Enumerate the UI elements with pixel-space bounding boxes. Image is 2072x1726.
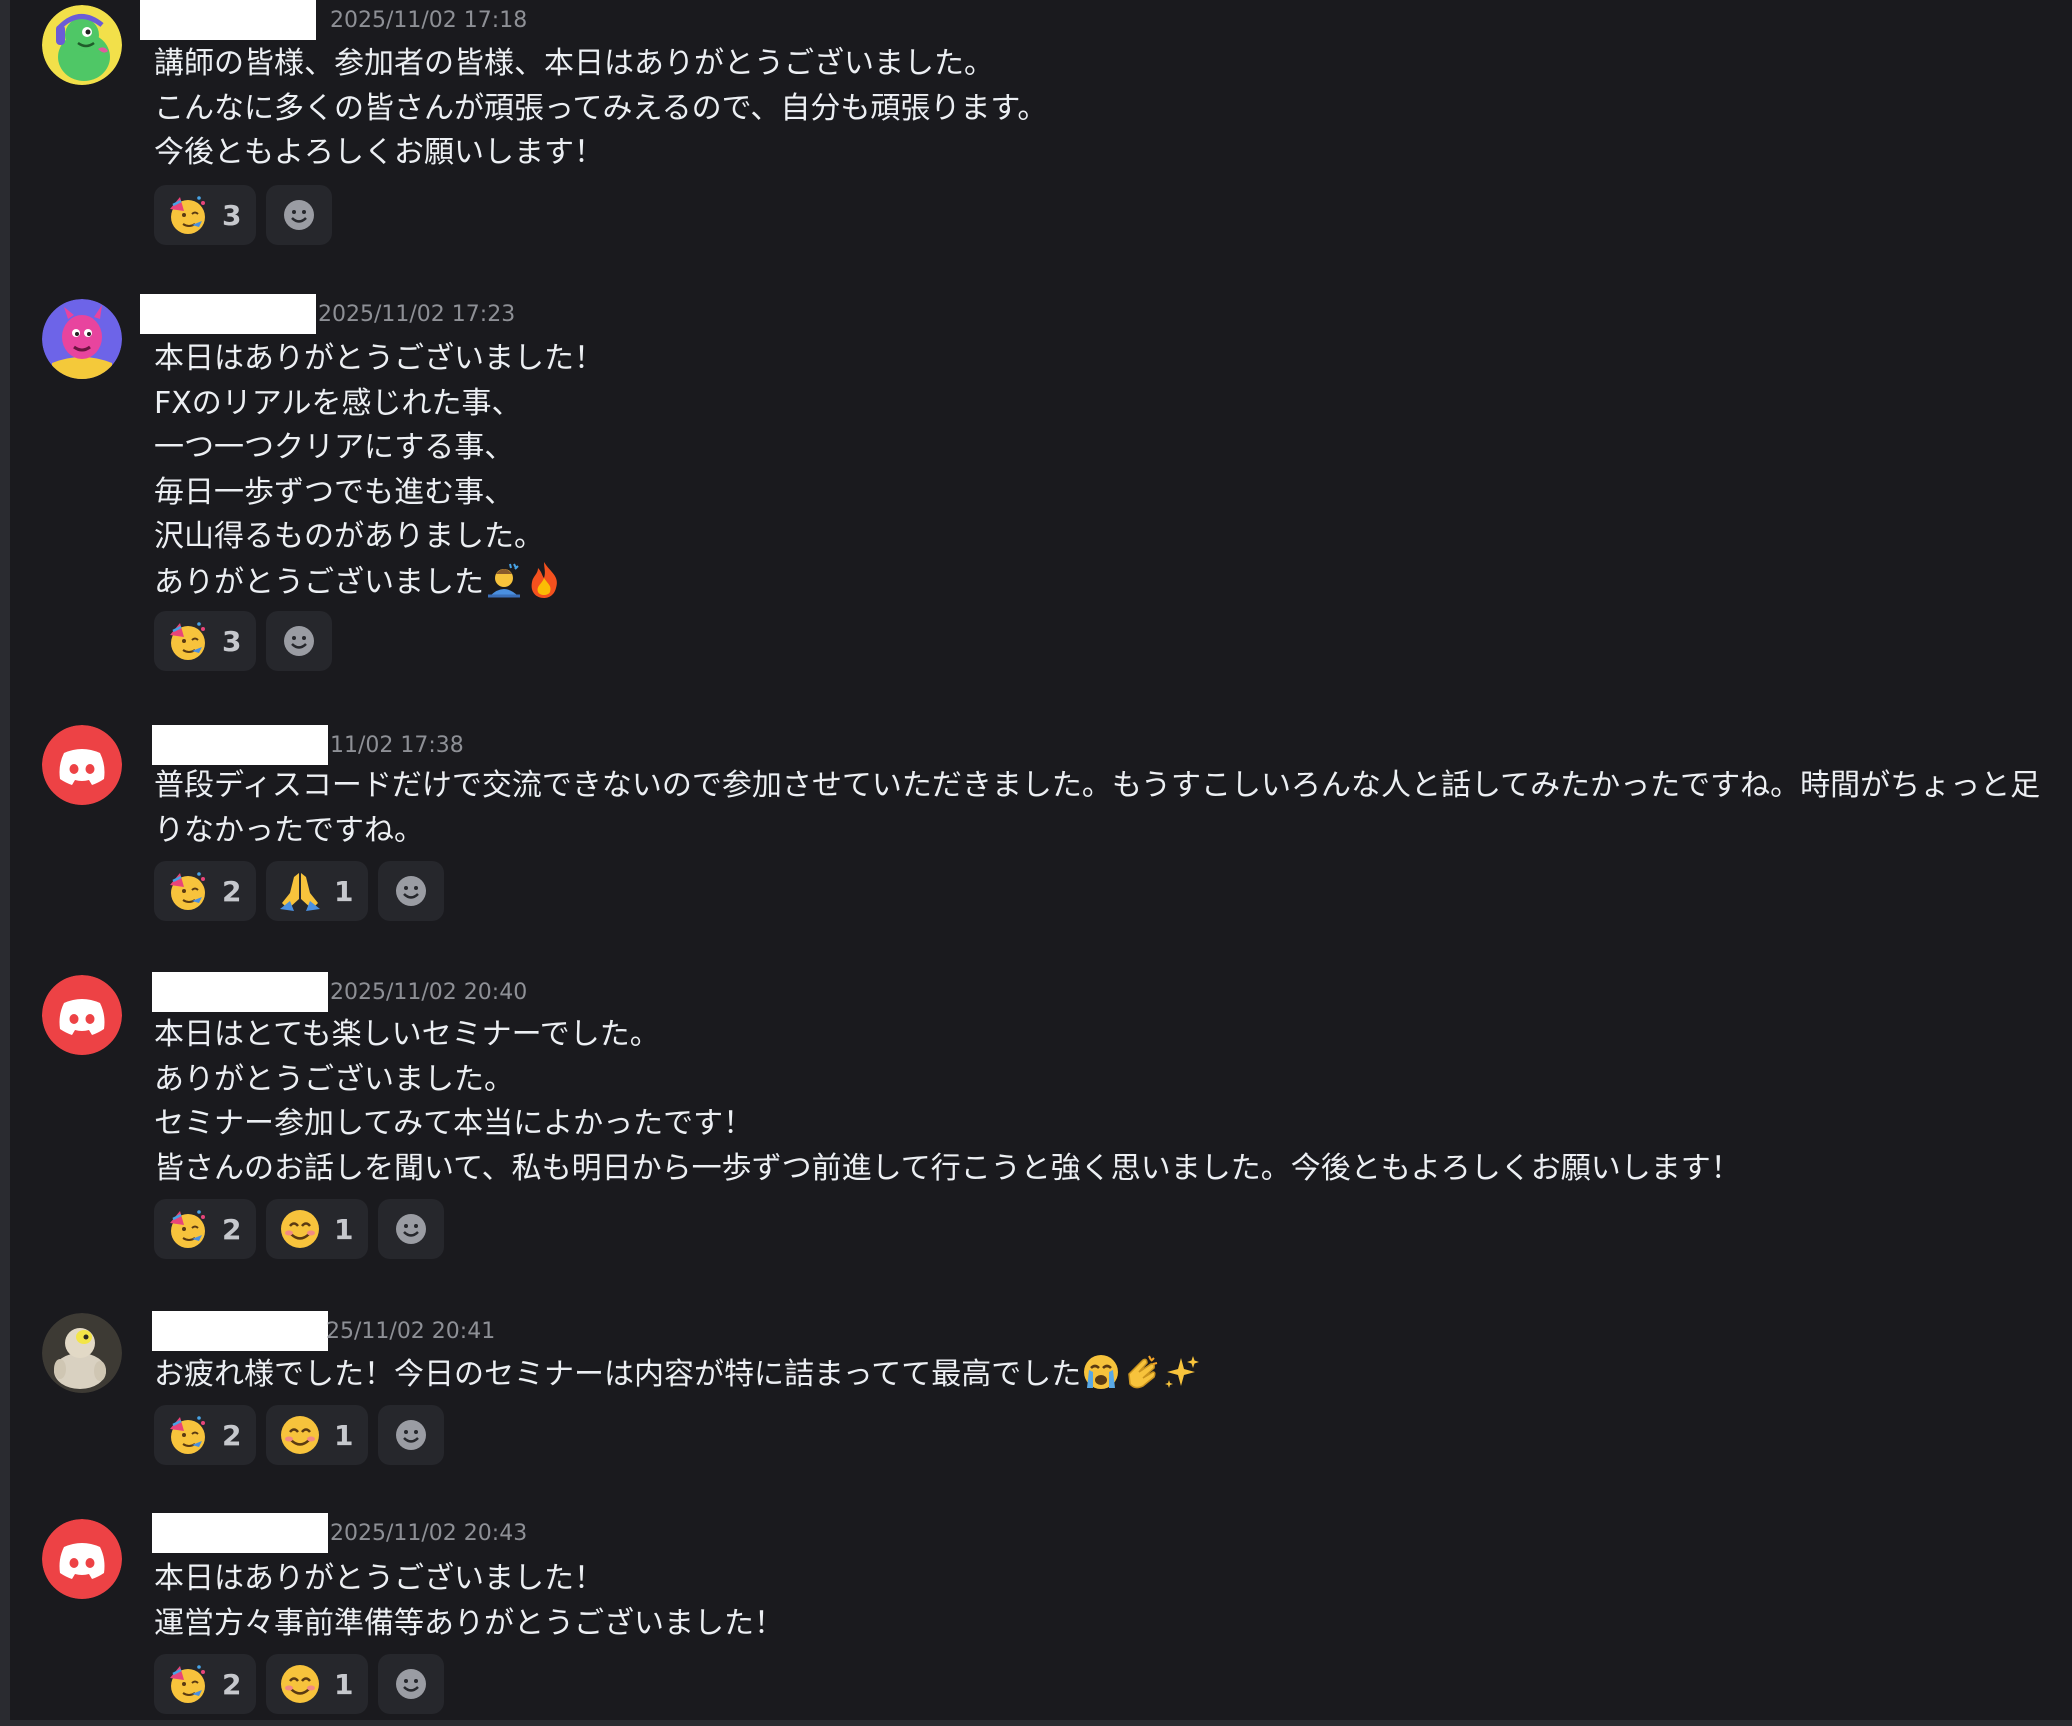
reaction-smiling-face[interactable]: 1 — [266, 1654, 368, 1714]
message-line: ありがとうございました — [154, 564, 484, 600]
smiling-face-icon — [278, 1207, 322, 1251]
smiley-add-icon — [284, 626, 314, 656]
timestamp: 2025/11/02 17:18 — [330, 8, 528, 33]
smiley-add-icon — [284, 200, 314, 230]
discord-logo-icon — [42, 725, 122, 805]
message-line: セミナー参加してみて本当によかったです！ — [154, 1106, 754, 1141]
smiley-add-icon — [396, 876, 426, 906]
message-line: FXのリアルを感じれた事、 — [154, 385, 522, 421]
add-reaction-button[interactable] — [378, 861, 444, 921]
reaction-count: 2 — [222, 1667, 242, 1701]
message-line: 本日はありがとうございました！ — [154, 341, 604, 376]
message-content: 本日はありがとうございました！ 運営方々事前準備等ありがとうございました！ — [154, 1557, 784, 1646]
reaction-count: 1 — [334, 874, 354, 908]
timestamp: 2025/11/02 20:43 — [330, 1521, 528, 1546]
folded-hands-icon — [278, 869, 322, 913]
reaction-count: 2 — [222, 1418, 242, 1452]
message-line: 毎日一歩ずつでも進む事、 — [154, 474, 514, 510]
bottom-divider — [0, 1720, 2072, 1726]
message-line: 本日はありがとうございました！ — [154, 1561, 604, 1596]
reaction-partying-face[interactable]: 2 — [154, 1199, 256, 1259]
smiling-face-icon — [278, 1413, 322, 1457]
message-line: 運営方々事前準備等ありがとうございました！ — [154, 1605, 784, 1641]
message-content: 本日はとても楽しいセミナーでした。 ありがとうございました。セミナー参加してみて本… — [154, 1013, 1741, 1191]
message-line: 今後ともよろしくお願いします！ — [154, 135, 604, 170]
smiling-face-icon — [278, 1662, 322, 1706]
message-line: 講師の皆様、参加者の皆様、本日はありがとうございました。 — [154, 46, 994, 81]
message-line: 一つ一つクリアにする事、 — [154, 430, 515, 465]
avatar[interactable] — [42, 725, 122, 805]
clapping-hands-icon — [1121, 1352, 1161, 1392]
reaction-bar: 2 1 — [154, 1405, 444, 1465]
reaction-partying-face[interactable]: 2 — [154, 861, 256, 921]
add-reaction-button[interactable] — [266, 611, 332, 671]
reaction-partying-face[interactable]: 2 — [154, 1405, 256, 1465]
timestamp: 11/02 17:38 — [330, 733, 464, 758]
person-bowing-icon — [484, 560, 524, 600]
smiley-add-icon — [396, 1214, 426, 1244]
fire-icon — [524, 560, 564, 600]
add-reaction-button[interactable] — [378, 1654, 444, 1714]
partying-face-icon — [166, 619, 210, 663]
partying-face-icon — [166, 1662, 210, 1706]
reaction-count: 1 — [334, 1418, 354, 1452]
reaction-count: 1 — [334, 1667, 354, 1701]
sparkles-icon — [1161, 1352, 1201, 1392]
reaction-count: 3 — [222, 198, 242, 232]
reaction-count: 3 — [222, 624, 242, 658]
partying-face-icon — [166, 193, 210, 237]
username-redacted[interactable] — [140, 294, 316, 334]
channel-divider — [0, 0, 10, 1726]
reaction-partying-face[interactable]: 2 — [154, 1654, 256, 1714]
reaction-bar: 2 1 — [154, 1199, 444, 1259]
timestamp: 2025/11/02 17:23 — [318, 302, 516, 327]
add-reaction-button[interactable] — [378, 1199, 444, 1259]
reaction-bar: 2 1 — [154, 1654, 444, 1714]
reaction-smiling-face[interactable]: 1 — [266, 1199, 368, 1259]
timestamp: 25/11/02 20:41 — [326, 1319, 496, 1344]
add-reaction-button[interactable] — [266, 185, 332, 245]
avatar[interactable] — [42, 1313, 122, 1393]
message-line: 沢山得るものがありました。 — [154, 519, 544, 554]
reaction-count: 2 — [222, 1212, 242, 1246]
reaction-partying-face[interactable]: 3 — [154, 185, 256, 245]
reaction-bar: 3 — [154, 611, 332, 671]
reaction-count: 1 — [334, 1212, 354, 1246]
message-line: 本日はとても楽しいセミナーでした。 — [154, 1017, 660, 1052]
reaction-folded-hands[interactable]: 1 — [266, 861, 368, 921]
message-line: 皆さんのお話しを聞いて、私も明日から一歩ずつ前進して行こうと強く思いました。今後… — [154, 1150, 1741, 1186]
add-reaction-button[interactable] — [378, 1405, 444, 1465]
chat-view: 2025/11/02 17:18 講師の皆様、参加者の皆様、本日はありがとうござ… — [0, 0, 2072, 1726]
avatar[interactable] — [42, 299, 122, 379]
username-redacted[interactable] — [152, 972, 328, 1012]
smiley-add-icon — [396, 1420, 426, 1450]
partying-face-icon — [166, 1207, 210, 1251]
timestamp: 2025/11/02 20:40 — [330, 980, 528, 1005]
username-redacted[interactable] — [152, 1311, 328, 1351]
discord-logo-icon — [42, 975, 122, 1055]
reaction-bar: 2 1 — [154, 861, 444, 921]
message-content: 講師の皆様、参加者の皆様、本日はありがとうございました。こんなに多くの皆さんが頑… — [154, 42, 1047, 176]
smiley-add-icon — [396, 1669, 426, 1699]
message-content: お疲れ様でした！今日のセミナーは内容が特に詰まってて最高でした — [154, 1352, 1201, 1398]
reaction-count: 2 — [222, 874, 242, 908]
avatar[interactable] — [42, 5, 122, 85]
loudly-crying-face-icon — [1081, 1352, 1121, 1392]
avatar[interactable] — [42, 975, 122, 1055]
username-redacted[interactable] — [140, 0, 316, 40]
partying-face-icon — [166, 869, 210, 913]
message-line: ありがとうございました。 — [154, 1061, 514, 1097]
discord-logo-icon — [42, 1519, 122, 1599]
message-content: 本日はありがとうございました！ FXのリアルを感じれた事、 一つ一つクリアにする事、… — [154, 337, 604, 605]
avatar[interactable] — [42, 1519, 122, 1599]
message-line: こんなに多くの皆さんが頑張ってみえるので、自分も頑張ります。 — [154, 90, 1048, 126]
reaction-bar: 3 — [154, 185, 332, 245]
message-line: お疲れ様でした！今日のセミナーは内容が特に詰まってて最高でした — [154, 1357, 1082, 1392]
reaction-partying-face[interactable]: 3 — [154, 611, 256, 671]
message-content: 普段ディスコードだけで交流できないので参加させていただきました。もうすこしいろん… — [154, 768, 2041, 848]
username-redacted[interactable] — [152, 725, 328, 765]
username-redacted[interactable] — [152, 1513, 328, 1553]
reaction-smiling-face[interactable]: 1 — [266, 1405, 368, 1465]
partying-face-icon — [166, 1413, 210, 1457]
